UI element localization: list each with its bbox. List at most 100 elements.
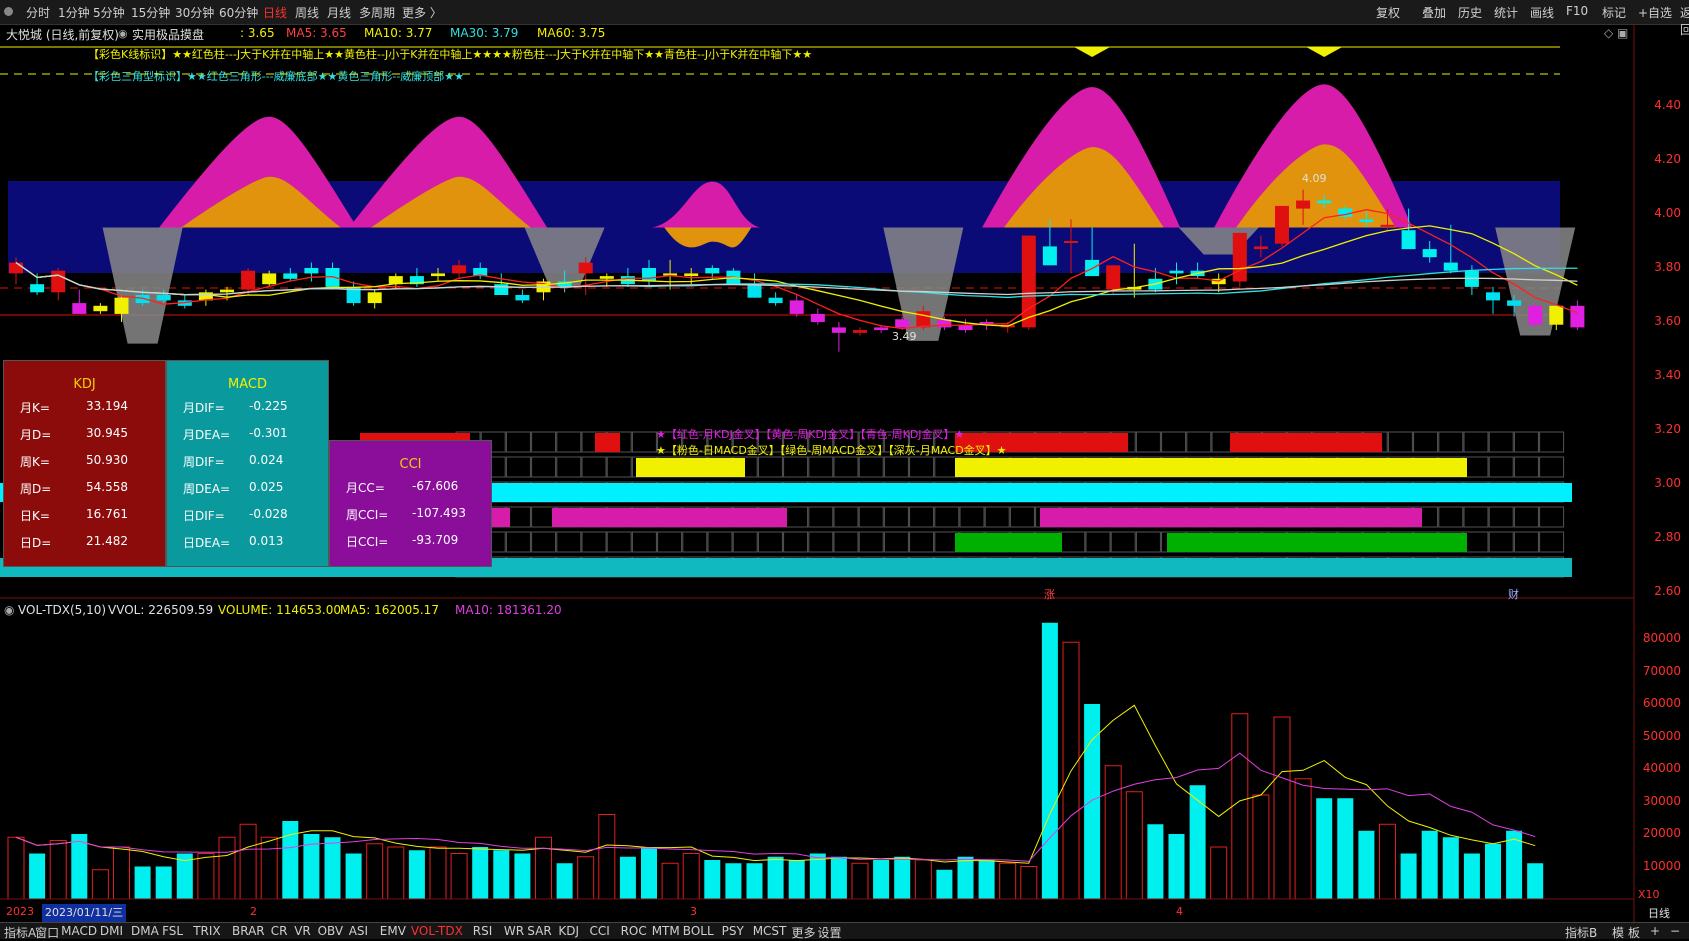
bottom-right-4[interactable]: − <box>1670 924 1680 938</box>
bottom-tab-21[interactable]: BOLL <box>683 924 714 938</box>
volume-bar-down <box>704 860 721 899</box>
signal-cell <box>1463 431 1489 453</box>
candle-body <box>515 295 530 301</box>
volume-bar-up <box>1020 866 1038 900</box>
volume-bar-down <box>1189 785 1206 899</box>
candle-body <box>220 289 234 293</box>
volume-bar-down <box>936 869 953 899</box>
volume-bar-down <box>282 821 299 899</box>
volume-bar-down <box>1400 853 1417 899</box>
kdj_panel-label: 月D= <box>20 428 52 442</box>
volume-axis-label: 60000 <box>1642 696 1681 710</box>
signal-bar <box>595 433 620 452</box>
bottom-tab-18[interactable]: CCI <box>590 924 610 938</box>
bottom-tab-15[interactable]: WR <box>504 924 524 938</box>
bottom-right-2[interactable]: 板 <box>1628 924 1640 941</box>
bottom-tab-0[interactable]: 指标A <box>4 924 36 941</box>
bottom-tab-3[interactable]: DMI <box>100 924 123 938</box>
signal-cell <box>1135 531 1161 553</box>
signal-cell <box>833 456 859 478</box>
volume-bar-down <box>514 853 531 899</box>
bottom-right-0[interactable]: 指标B <box>1565 924 1597 941</box>
candle-body <box>1570 305 1585 328</box>
macd_panel-value: 0.013 <box>249 534 284 548</box>
volume-bar-down <box>71 834 88 899</box>
volume-bar-down <box>1168 834 1185 899</box>
bottom-tab-8[interactable]: CR <box>271 924 288 938</box>
candle-body <box>9 262 23 274</box>
candle-body <box>1021 235 1036 328</box>
signal-cell <box>531 431 557 453</box>
volume-bar-down <box>472 847 489 899</box>
bottom-tab-4[interactable]: DMA <box>131 924 159 938</box>
signal-bar <box>1230 433 1382 452</box>
volume-bar-down <box>1485 843 1501 899</box>
candle-body <box>1232 232 1247 282</box>
bottom-tab-7[interactable]: BRAR <box>232 924 265 938</box>
signal-cell <box>808 506 834 528</box>
signal-cell <box>531 531 557 553</box>
candle-body <box>1359 219 1374 223</box>
macd_panel-value: 0.024 <box>249 453 284 467</box>
bottom-tab-13[interactable]: VOL-TDX <box>411 924 463 938</box>
volume-bar-down <box>725 863 742 899</box>
bottom-tab-2[interactable]: MACD <box>61 924 97 938</box>
price-axis-label: 4.00 <box>1654 206 1681 220</box>
bottom-tab-10[interactable]: OBV <box>318 924 344 938</box>
candle-body <box>789 300 804 314</box>
candle-body <box>1042 246 1057 266</box>
bottom-tab-14[interactable]: RSI <box>473 924 493 938</box>
volume-axis-label: 40000 <box>1642 761 1681 775</box>
signal-cell <box>1539 506 1565 528</box>
signal-cell <box>1463 506 1489 528</box>
bottom-tab-9[interactable]: VR <box>294 924 311 938</box>
signal-cell <box>707 531 733 553</box>
volume-bar-down <box>1041 622 1058 899</box>
bottom-tab-24[interactable]: 更多 <box>792 924 816 941</box>
candle-body <box>241 270 256 290</box>
indicator-tabs-bar: 指标A 窗口 MACD DMI DMA FSL TRIX BRAR CR VR OBV ASI EMV V… <box>0 922 1689 941</box>
rise-marker: 涨 <box>1044 588 1055 601</box>
bottom-tab-19[interactable]: ROC <box>621 924 647 938</box>
volume-bar-down <box>788 860 805 899</box>
vol-collapse-icon[interactable]: ◉ <box>4 603 14 621</box>
kdj_panel-value: 30.945 <box>86 426 128 440</box>
volume-bar-up <box>49 840 67 900</box>
signal-bar <box>1040 508 1422 527</box>
volume-bar-down <box>1337 798 1354 899</box>
signal-cell <box>606 531 632 553</box>
volume-axis-label: 10000 <box>1642 858 1681 873</box>
candle-body <box>1486 292 1500 301</box>
bottom-tab-5[interactable]: FSL <box>162 924 183 938</box>
signal-cell <box>556 456 582 478</box>
bottom-tab-6[interactable]: TRIX <box>193 924 220 938</box>
bottom-tab-25[interactable]: 设置 <box>818 924 842 941</box>
bottom-tab-1[interactable]: 窗口 <box>35 924 59 941</box>
candle-body <box>1443 262 1458 271</box>
signal-bar <box>492 508 510 527</box>
kdj_panel-value: 54.558 <box>86 480 128 494</box>
candle-body <box>1296 200 1311 209</box>
bottom-tab-20[interactable]: MTM <box>652 924 680 938</box>
bottom-tab-17[interactable]: KDJ <box>558 924 579 938</box>
volume-bar-down <box>29 853 46 899</box>
volume-bar-up <box>197 853 215 900</box>
volume-bar-up <box>450 853 468 900</box>
volume-bar-down <box>1147 824 1164 899</box>
bottom-right-1[interactable]: 模 <box>1612 924 1624 941</box>
volume-bar-up <box>7 836 25 900</box>
signal-cell <box>984 506 1010 528</box>
signal-cell <box>959 506 985 528</box>
bottom-tab-11[interactable]: ASI <box>349 924 368 938</box>
kdj_panel-label: 日D= <box>20 536 52 550</box>
macd_panel-value: -0.225 <box>249 399 288 413</box>
signal-bar <box>1167 533 1467 552</box>
bottom-tab-16[interactable]: SAR <box>527 924 551 938</box>
volume-bar-down <box>1442 837 1459 899</box>
macd_panel-label: 日DEA= <box>183 536 231 550</box>
bottom-right-3[interactable]: + <box>1650 924 1660 938</box>
bottom-tab-22[interactable]: PSY <box>722 924 744 938</box>
bottom-tab-23[interactable]: MCST <box>753 924 787 938</box>
bottom-tab-12[interactable]: EMV <box>380 924 406 938</box>
volume-bar-down <box>1084 704 1101 899</box>
